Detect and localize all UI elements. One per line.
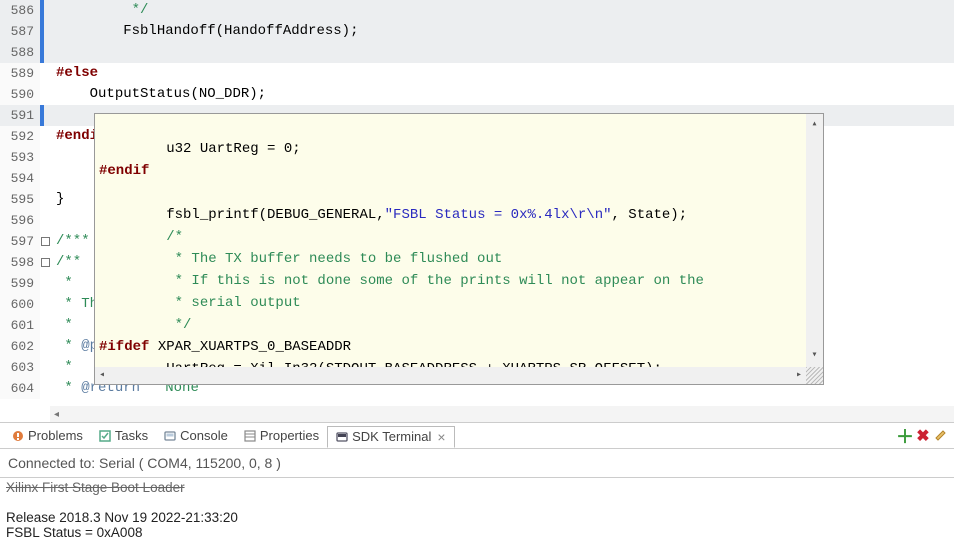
editor-horizontal-scrollbar[interactable]: ◂: [50, 406, 954, 422]
gutter-strip: [40, 63, 50, 84]
remove-connection-icon[interactable]: ✖: [914, 426, 932, 446]
tooltip-line: * serial output: [99, 295, 301, 311]
line-number: 604: [0, 378, 40, 399]
terminal-line: Release 2018.3 Nov 19 2022-21:33:20: [6, 510, 238, 525]
code-line[interactable]: 590 OutputStatus(NO_DDR);: [0, 84, 954, 105]
gutter-strip: [40, 315, 50, 336]
clear-icon[interactable]: [932, 427, 950, 444]
line-number: 599: [0, 273, 40, 294]
properties-icon: [244, 430, 256, 442]
code-text[interactable]: #else: [50, 63, 954, 84]
fold-marker-icon[interactable]: [40, 252, 50, 273]
line-number: 592: [0, 126, 40, 147]
tooltip-vertical-scrollbar[interactable]: ▴ ▾: [806, 114, 823, 367]
tab-console[interactable]: Console: [156, 426, 236, 445]
gutter-strip: [40, 84, 50, 105]
resize-handle-icon[interactable]: [806, 367, 823, 384]
tooltip-line: * The TX buffer needs to be flushed out: [99, 251, 502, 267]
scroll-down-icon[interactable]: ▾: [811, 345, 817, 367]
hover-tooltip: u32 UartReg = 0; #endif fsbl_printf(DEBU…: [94, 113, 824, 385]
tooltip-line: /*: [99, 229, 183, 245]
line-number: 595: [0, 189, 40, 210]
tooltip-content: u32 UartReg = 0; #endif fsbl_printf(DEBU…: [95, 114, 823, 384]
code-text[interactable]: [50, 42, 954, 63]
scroll-left-icon[interactable]: ◂: [95, 365, 105, 387]
line-number: 586: [0, 0, 40, 21]
change-marker-icon[interactable]: [40, 105, 50, 126]
code-line[interactable]: 588: [0, 42, 954, 63]
tab-problems[interactable]: Problems: [4, 426, 91, 445]
tab-label: Console: [180, 428, 228, 443]
gutter-strip: [40, 210, 50, 231]
gutter-strip: [40, 147, 50, 168]
line-number: 594: [0, 168, 40, 189]
connection-status: Connected to: Serial ( COM4, 115200, 0, …: [0, 449, 954, 478]
gutter-strip: [40, 294, 50, 315]
tooltip-horizontal-scrollbar[interactable]: ◂ ▸: [95, 367, 823, 384]
gutter-strip: [40, 273, 50, 294]
tab-tasks[interactable]: Tasks: [91, 426, 156, 445]
line-number: 596: [0, 210, 40, 231]
close-tab-icon[interactable]: ×: [437, 429, 445, 445]
gutter-strip: [40, 168, 50, 189]
scroll-right-icon[interactable]: ▸: [796, 365, 806, 387]
terminal-output[interactable]: Xilinx First Stage Boot Loader Release 2…: [0, 477, 954, 546]
tasks-icon: [99, 430, 111, 442]
code-text[interactable]: */: [50, 0, 954, 21]
terminal-icon: [336, 431, 348, 443]
code-text[interactable]: FsblHandoff(HandoffAddress);: [50, 21, 954, 42]
add-connection-icon[interactable]: ＋: [896, 423, 914, 449]
scroll-left-icon[interactable]: ◂: [50, 409, 59, 420]
gutter-strip: [40, 357, 50, 378]
code-line[interactable]: 589 #else: [0, 63, 954, 84]
code-text[interactable]: OutputStatus(NO_DDR);: [50, 84, 954, 105]
line-number: 602: [0, 336, 40, 357]
tooltip-line: #ifdef XPAR_XUARTPS_0_BASEADDR: [99, 339, 351, 355]
line-number: 593: [0, 147, 40, 168]
tooltip-line: #endif: [99, 163, 149, 179]
tab-label: Problems: [28, 428, 83, 443]
line-number: 600: [0, 294, 40, 315]
change-marker-icon[interactable]: [40, 0, 50, 21]
line-number: 587: [0, 21, 40, 42]
gutter-strip: [40, 336, 50, 357]
tooltip-line: * If this is not done some of the prints…: [99, 273, 704, 289]
line-number: 603: [0, 357, 40, 378]
gutter-strip: [40, 126, 50, 147]
line-number: 588: [0, 42, 40, 63]
scroll-up-icon[interactable]: ▴: [811, 114, 817, 136]
tab-label: SDK Terminal: [352, 429, 431, 444]
fold-marker-icon[interactable]: [40, 231, 50, 252]
console-icon: [164, 430, 176, 442]
change-marker-icon[interactable]: [40, 21, 50, 42]
tab-sdk-terminal[interactable]: SDK Terminal ×: [327, 426, 454, 448]
line-number: 591: [0, 105, 40, 126]
bottom-panel: Problems Tasks Console Properties SDK Te…: [0, 422, 954, 546]
change-marker-icon[interactable]: [40, 42, 50, 63]
terminal-line: Xilinx First Stage Boot Loader: [6, 480, 185, 495]
tooltip-line: fsbl_printf(DEBUG_GENERAL,"FSBL Status =…: [99, 207, 687, 223]
terminal-line: FSBL Status = 0xA008: [6, 525, 142, 540]
gutter-strip: [40, 378, 50, 399]
line-number: 601: [0, 315, 40, 336]
tab-label: Properties: [260, 428, 319, 443]
code-line[interactable]: 587 FsblHandoff(HandoffAddress);: [0, 21, 954, 42]
line-number: 589: [0, 63, 40, 84]
code-editor[interactable]: 586 */587 FsblHandoff(HandoffAddress);58…: [0, 0, 954, 422]
problems-icon: [12, 430, 24, 442]
line-number: 598: [0, 252, 40, 273]
tab-label: Tasks: [115, 428, 148, 443]
tooltip-line: */: [99, 317, 191, 333]
tooltip-line: u32 UartReg = 0;: [99, 141, 301, 157]
view-tabbar: Problems Tasks Console Properties SDK Te…: [0, 423, 954, 449]
line-number: 590: [0, 84, 40, 105]
line-number: 597: [0, 231, 40, 252]
gutter-strip: [40, 189, 50, 210]
tab-properties[interactable]: Properties: [236, 426, 327, 445]
code-line[interactable]: 586 */: [0, 0, 954, 21]
